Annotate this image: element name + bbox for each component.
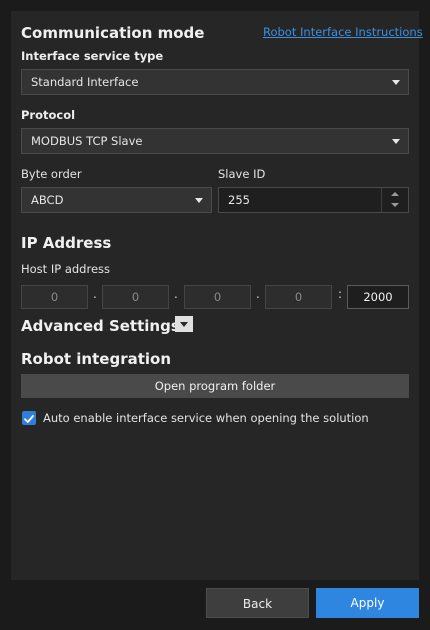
host-ip-label: Host IP address [21,262,111,276]
chevron-down-icon [180,322,188,327]
interface-service-type-label: Interface service type [21,49,164,63]
interface-service-type-value: Standard Interface [31,75,139,89]
port-input[interactable]: 2000 [347,285,409,309]
byte-order-dropdown[interactable]: ABCD [21,187,212,213]
robot-integration-title: Robot integration [21,350,172,368]
open-program-folder-button[interactable]: Open program folder [21,374,409,398]
protocol-value: MODBUS TCP Slave [31,134,143,148]
interface-service-type-dropdown[interactable]: Standard Interface [21,69,409,95]
advanced-settings-title: Advanced Settings [21,317,180,335]
chevron-down-icon [195,198,203,203]
ip-octet-1-input[interactable]: 0 [21,285,88,309]
ip-octet-2-input[interactable]: 0 [102,285,169,309]
ip-octet-3-input[interactable]: 0 [184,285,251,309]
chevron-down-icon [392,80,400,85]
ip-separator: . [256,287,260,301]
port-separator: : [338,287,343,301]
robot-interface-instructions-link[interactable]: Robot Interface Instructions [263,25,423,39]
protocol-label: Protocol [21,108,76,122]
apply-button[interactable]: Apply [316,588,419,618]
ip-separator: . [93,287,97,301]
byte-order-label: Byte order [21,167,82,181]
communication-mode-title: Communication mode [21,24,205,42]
advanced-settings-toggle[interactable] [175,316,193,332]
stepper-buttons [381,188,408,212]
ip-address-title: IP Address [21,234,112,252]
chevron-down-icon[interactable] [391,203,399,207]
back-button[interactable]: Back [206,588,309,618]
slave-id-value: 255 [228,193,250,207]
slave-id-stepper[interactable]: 255 [218,187,409,213]
chevron-down-icon [392,139,400,144]
chevron-up-icon[interactable] [391,192,399,196]
ip-separator: . [174,287,178,301]
protocol-dropdown[interactable]: MODBUS TCP Slave [21,128,409,154]
byte-order-value: ABCD [31,193,64,207]
ip-octet-4-input[interactable]: 0 [265,285,332,309]
checkmark-icon [24,415,34,423]
auto-enable-checkbox[interactable] [22,411,36,425]
slave-id-label: Slave ID [218,167,266,181]
auto-enable-label: Auto enable interface service when openi… [43,411,369,425]
